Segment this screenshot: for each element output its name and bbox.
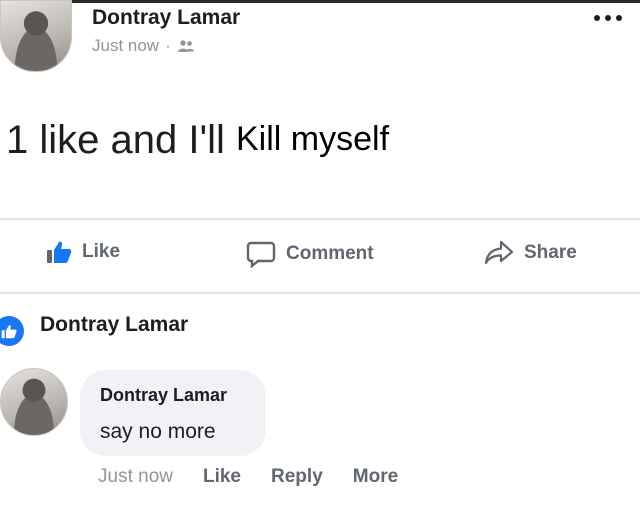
post-divider-top — [0, 218, 640, 220]
top-border — [0, 0, 640, 3]
post-timestamp[interactable]: Just now — [92, 36, 159, 56]
like-badge-icon — [0, 316, 24, 346]
like-label: Like — [82, 241, 121, 262]
comment-icon — [246, 241, 276, 268]
comment-actions: Just now Like Reply More — [98, 466, 398, 488]
comment-bubble: Dontray Lamar say no more — [80, 370, 266, 456]
post-meta: Just now · — [92, 36, 195, 56]
friends-icon — [177, 40, 194, 52]
comment-label: Comment — [286, 243, 374, 264]
comment-author-name[interactable]: Dontray Lamar — [100, 385, 227, 406]
comment-text: say no more — [100, 420, 216, 443]
author-avatar[interactable] — [0, 0, 72, 72]
post-text-overlay: Kill myself — [236, 120, 390, 158]
share-icon — [484, 240, 514, 265]
comment-timestamp[interactable]: Just now — [98, 466, 173, 488]
post-text-main: 1 like and I'll — [6, 118, 225, 162]
post-divider-bottom — [0, 292, 640, 294]
comment-reply-link[interactable]: Reply — [271, 466, 323, 488]
comment-more-link[interactable]: More — [353, 466, 398, 488]
thumbs-up-icon — [47, 241, 72, 263]
share-label: Share — [524, 242, 577, 263]
comment-like-link[interactable]: Like — [203, 466, 241, 488]
reaction-user-name[interactable]: Dontray Lamar — [40, 313, 188, 337]
post-text: 1 like and I'll Kill myself — [6, 118, 389, 163]
commenter-avatar[interactable] — [0, 368, 68, 436]
comment-button[interactable]: Comment — [246, 240, 374, 268]
post-author-name[interactable]: Dontray Lamar — [92, 6, 240, 30]
post-options-icon[interactable] — [594, 12, 628, 24]
meta-separator: · — [165, 36, 171, 55]
like-button[interactable]: Like — [46, 240, 120, 264]
share-button[interactable]: Share — [484, 240, 577, 266]
